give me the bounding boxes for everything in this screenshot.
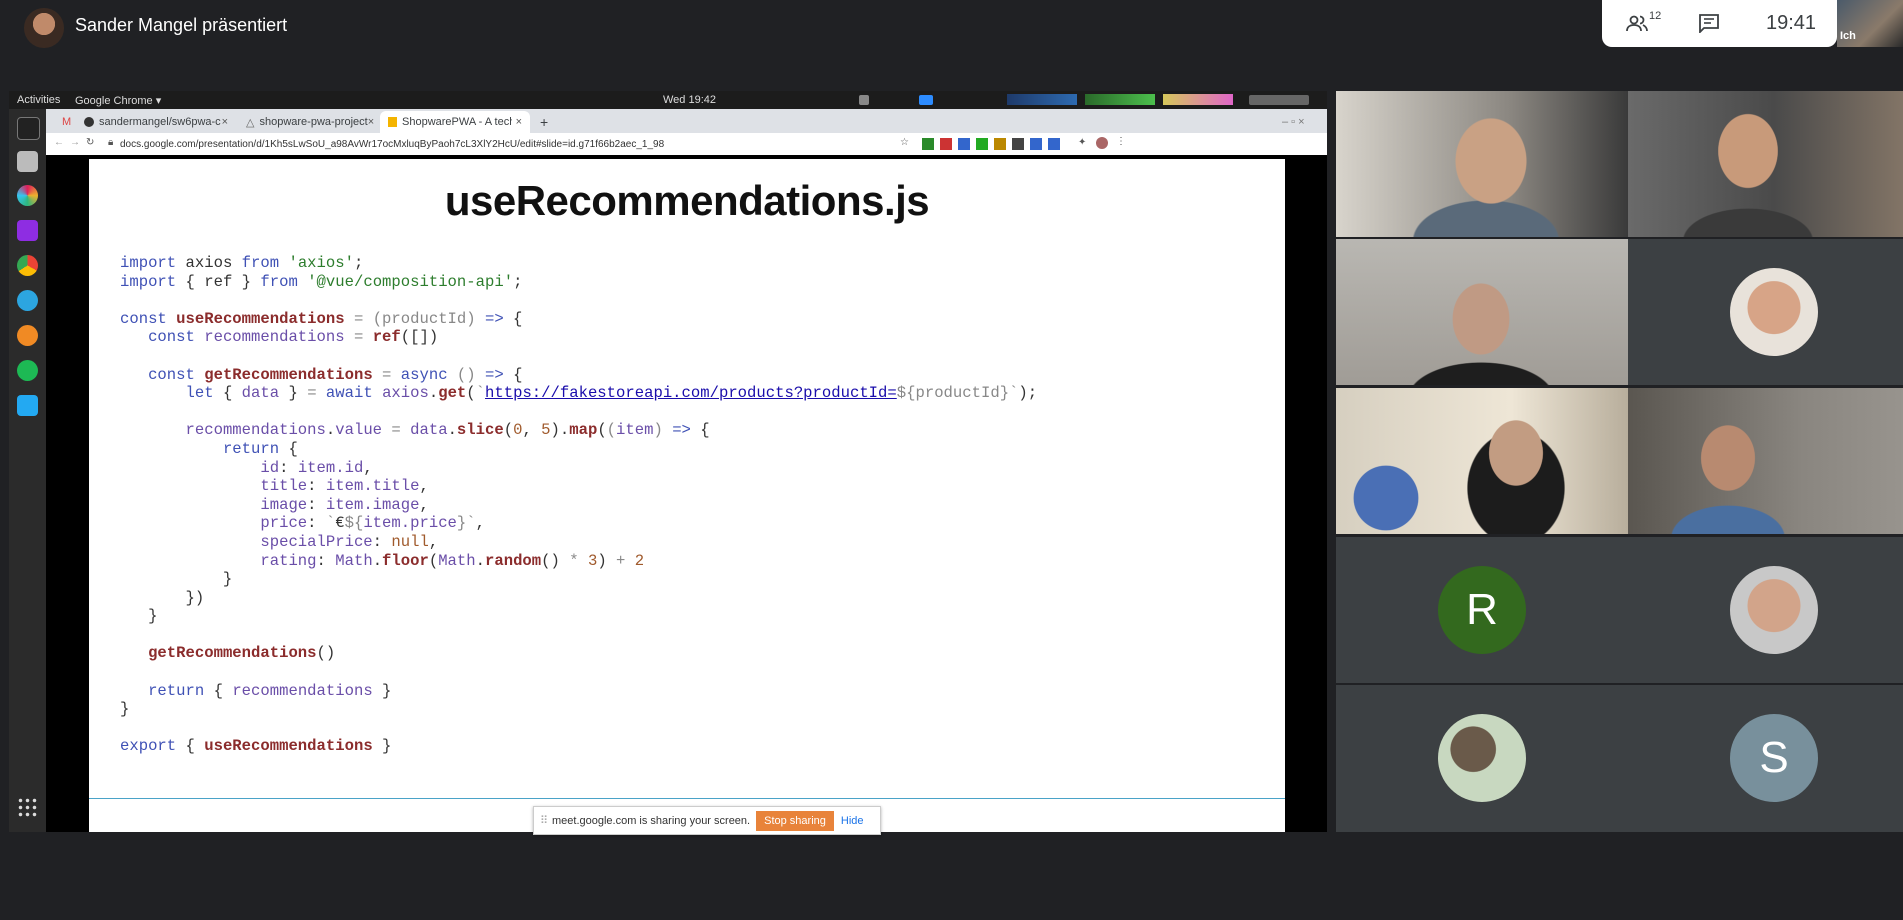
tab-label: sandermangel/sw6pwa-c (99, 116, 221, 128)
menu-icon[interactable]: ⋮ (1116, 136, 1126, 147)
api-link[interactable]: https://fakestoreapi.com/products?produc… (485, 384, 897, 402)
reload-icon[interactable]: ↻ (86, 137, 94, 148)
slide-title: useRecommendations.js (444, 177, 930, 224)
participant-count: 12 (1649, 10, 1662, 22)
star-icon[interactable]: ☆ (900, 137, 909, 148)
cpu-graph (1007, 94, 1077, 105)
gmail-icon: M (62, 116, 72, 128)
close-icon[interactable]: × (516, 116, 522, 128)
activities-button[interactable]: Activities (17, 94, 60, 106)
stop-sharing-button[interactable]: Stop sharing (756, 810, 834, 831)
tab-slides[interactable]: ShopwarePWA - A technic × (380, 111, 530, 133)
zoom-tray-icon[interactable] (919, 95, 933, 105)
slack-icon[interactable] (17, 185, 38, 206)
people-button[interactable]: 12 (1626, 10, 1661, 36)
chat-button[interactable] (1698, 10, 1720, 36)
video-feed (1628, 388, 1903, 534)
code-block: import axios from 'axios'; import { ref … (120, 254, 1038, 756)
slide-divider (89, 798, 1285, 799)
participant-tile-video[interactable] (1336, 239, 1628, 385)
video-feed (1336, 388, 1628, 534)
desktop-clock[interactable]: Wed 19:42 (663, 94, 716, 106)
project-icon: △ (246, 116, 255, 129)
lock-icon: 🔒︎ (108, 137, 114, 148)
slide: useRecommendations.js import axios from … (89, 159, 1285, 835)
window-controls[interactable]: – ▫ × (1274, 111, 1324, 133)
hide-banner-link[interactable]: Hide (841, 815, 864, 827)
presenter-title: Sander Mangel präsentiert (75, 15, 288, 35)
tab-strip: M sandermangel/sw6pwa-c × △ shopware-pwa… (46, 109, 1327, 133)
share-banner-text: meet.google.com is sharing your screen. (552, 814, 751, 827)
chat-icon (1699, 14, 1719, 33)
participant-tile-video[interactable] (1628, 388, 1903, 534)
files-icon[interactable] (17, 151, 38, 172)
postman-icon[interactable] (17, 325, 38, 346)
profile-avatar[interactable] (1096, 137, 1108, 149)
meeting-controls: 12 19:41 (1602, 0, 1837, 47)
app-menu[interactable]: Google Chrome ▾ (75, 94, 161, 107)
phpstorm-icon[interactable] (17, 220, 38, 241)
participant-avatar-letter: R (1438, 566, 1526, 654)
forward-icon[interactable]: → (70, 137, 80, 148)
screen-share-banner: ⠿ meet.google.com is sharing your screen… (533, 806, 881, 835)
gnome-top-bar: Activities Google Chrome ▾ Wed 19:42 (9, 91, 1327, 109)
github-icon (84, 117, 94, 127)
participant-avatar (1438, 714, 1526, 802)
participant-avatar (1730, 566, 1818, 654)
presenter-avatar (24, 8, 64, 48)
meeting-clock: 19:41 (1766, 11, 1817, 34)
participant-tile-video[interactable] (1336, 388, 1628, 534)
tab-label: shopware-pwa-project (259, 116, 368, 128)
omnibar: ← → ↻ 🔒︎ docs.google.com/presentation/d/… (46, 133, 1327, 156)
participant-tile-avatar[interactable] (1336, 685, 1628, 832)
video-feed (1336, 239, 1628, 385)
vscode-icon[interactable] (17, 395, 38, 416)
chrome-window: M sandermangel/sw6pwa-c × △ shopware-pwa… (46, 109, 1327, 835)
participant-tile-avatar[interactable] (1628, 537, 1903, 683)
system-tray[interactable] (1249, 95, 1309, 105)
new-tab-button[interactable]: + (532, 111, 552, 133)
self-label: Ich (1840, 30, 1856, 42)
extensions-icon[interactable]: ✦ (1078, 137, 1086, 148)
memory-graph (1085, 94, 1155, 105)
telegram-icon[interactable] (17, 290, 38, 311)
slides-icon (388, 117, 397, 127)
tab-label: ShopwarePWA - A technic (402, 116, 512, 128)
drag-handle-icon[interactable]: ⠿ (540, 814, 548, 827)
participant-tile-video[interactable] (1336, 91, 1628, 237)
participant-avatar-letter: S (1730, 714, 1818, 802)
participant-tile-video[interactable] (1628, 91, 1903, 237)
ubuntu-dock (9, 109, 46, 832)
close-icon[interactable]: × (368, 116, 374, 128)
tab-project[interactable]: △ shopware-pwa-project × (238, 111, 378, 133)
participant-tile-avatar[interactable]: R (1336, 537, 1628, 683)
participant-tile-avatar[interactable]: S (1628, 685, 1903, 832)
participant-tile-avatar[interactable] (1628, 239, 1903, 385)
tab-github[interactable]: sandermangel/sw6pwa-c × (76, 111, 236, 133)
network-graph (1163, 94, 1233, 105)
close-icon[interactable]: × (222, 116, 228, 128)
pinned-tab[interactable]: M (54, 111, 74, 133)
terminal-icon[interactable] (17, 117, 40, 140)
url-bar[interactable]: docs.google.com/presentation/d/1Kh5sLwSo… (120, 137, 920, 152)
extension-icons[interactable] (922, 138, 1072, 150)
spotify-icon[interactable] (17, 360, 38, 381)
chrome-dock-icon[interactable] (17, 255, 38, 276)
participant-avatar (1730, 268, 1818, 356)
people-icon (1626, 15, 1648, 32)
back-icon[interactable]: ← (54, 137, 64, 148)
app-grid-icon[interactable] (17, 797, 38, 818)
video-feed (1628, 91, 1903, 237)
video-feed (1336, 91, 1628, 237)
shared-screen: Activities Google Chrome ▾ Wed 19:42 M s… (9, 91, 1327, 835)
tray-icon[interactable] (859, 95, 869, 105)
